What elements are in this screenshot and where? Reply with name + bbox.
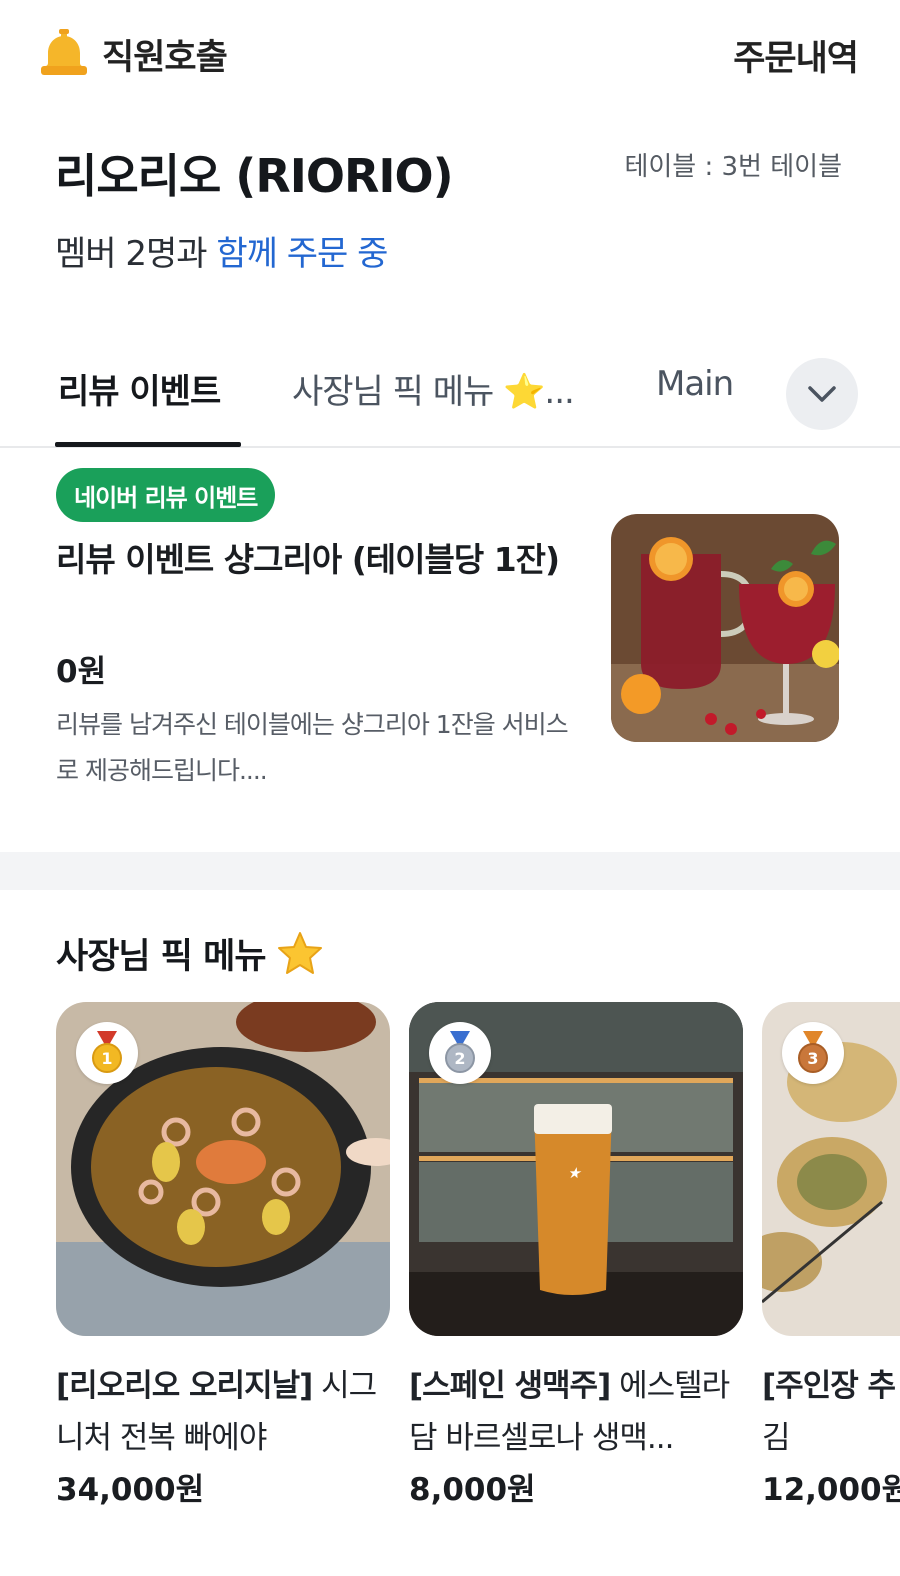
fritter-image: 3 <box>762 1002 900 1336</box>
gold-medal-icon: 1 <box>76 1022 138 1084</box>
menu-tag: [리오리오 오리지날] <box>56 1368 313 1404</box>
event-title: 리뷰 이벤트 샹그리아 (테이블당 1잔) <box>56 540 560 579</box>
menu-name: [리오리오 오리지날] 시그니처 전복 빠에야 <box>56 1360 390 1464</box>
paella-image: 1 <box>56 1002 390 1336</box>
store-name: 리오리오 (RIORIO) <box>55 149 454 203</box>
review-event-item[interactable]: 네이버 리뷰 이벤트 리뷰 이벤트 샹그리아 (테이블당 1잔) 0원 리뷰를 … <box>0 450 900 850</box>
together-ordering-text: 함께 주문 중 <box>216 234 388 274</box>
menu-name: [스페인 생맥주] 에스텔라 담 바르셀로나 생맥... <box>409 1360 743 1464</box>
table-label: 테이블 : 3번 테이블 <box>624 152 842 182</box>
tab-review-event[interactable]: 리뷰 이벤트 <box>58 364 221 413</box>
owner-pick-carousel[interactable]: 1 [리오리오 오리지날] 시그니처 전복 빠에야 34,000원 ★ 2 [스… <box>0 1002 900 1576</box>
menu-card-estrella-beer[interactable]: ★ 2 [스페인 생맥주] 에스텔라 담 바르셀로나 생맥... 8,000원 <box>409 1002 743 1509</box>
menu-card-paella[interactable]: 1 [리오리오 오리지날] 시그니처 전복 빠에야 34,000원 <box>56 1002 390 1509</box>
member-count-text: 멤버 2명과 <box>55 234 217 274</box>
staff-call-label: 직원호출 <box>102 37 228 78</box>
star-emoji-icon <box>277 931 322 974</box>
bronze-medal-icon: 3 <box>782 1022 844 1084</box>
menu-price: 34,000원 <box>56 1472 205 1508</box>
menu-title: 김 <box>762 1420 791 1456</box>
event-price: 0원 <box>56 654 107 690</box>
menu-tag: [주인장 추 <box>762 1368 896 1404</box>
menu-tag: [스페인 생맥주] <box>409 1368 611 1404</box>
menu-price: 8,000원 <box>409 1472 536 1508</box>
top-bar: 직원호출 주문내역 <box>0 0 900 110</box>
chevron-down-icon <box>808 386 836 402</box>
beer-image: ★ 2 <box>409 1002 743 1336</box>
tab-owner-pick[interactable]: 사장님 픽 메뉴 ⭐... <box>292 364 575 413</box>
naver-review-badge: 네이버 리뷰 이벤트 <box>56 468 276 522</box>
owner-pick-title: 사장님 픽 메뉴 <box>56 928 324 979</box>
medal-rank: 2 <box>454 1049 465 1068</box>
owner-pick-title-text: 사장님 픽 메뉴 <box>56 937 267 977</box>
tab-main[interactable]: Main <box>656 364 734 404</box>
silver-medal-icon: 2 <box>429 1022 491 1084</box>
event-description: 리뷰를 남겨주신 테이블에는 샹그리아 1잔을 서비스로 제공해드립니다.... <box>56 710 569 785</box>
staff-call-button[interactable]: 직원호출 <box>38 28 228 80</box>
menu-card-third[interactable]: 3 [주인장 추김 12,000원 <box>762 1002 900 1509</box>
menu-name: [주인장 추김 <box>762 1360 900 1464</box>
sangria-image <box>611 514 839 742</box>
active-tab-indicator <box>55 442 241 447</box>
bell-icon <box>41 29 87 75</box>
section-divider <box>0 852 900 890</box>
svg-text:★: ★ <box>567 1164 582 1182</box>
member-status: 멤버 2명과 함께 주문 중 <box>55 226 388 275</box>
category-tabs: 리뷰 이벤트 사장님 픽 메뉴 ⭐... Main <box>0 340 900 448</box>
menu-price: 12,000원 <box>762 1472 900 1508</box>
medal-rank: 1 <box>101 1049 112 1068</box>
medal-rank: 3 <box>807 1049 818 1068</box>
order-history-button[interactable]: 주문내역 <box>733 30 859 81</box>
expand-tabs-button[interactable] <box>786 358 858 430</box>
